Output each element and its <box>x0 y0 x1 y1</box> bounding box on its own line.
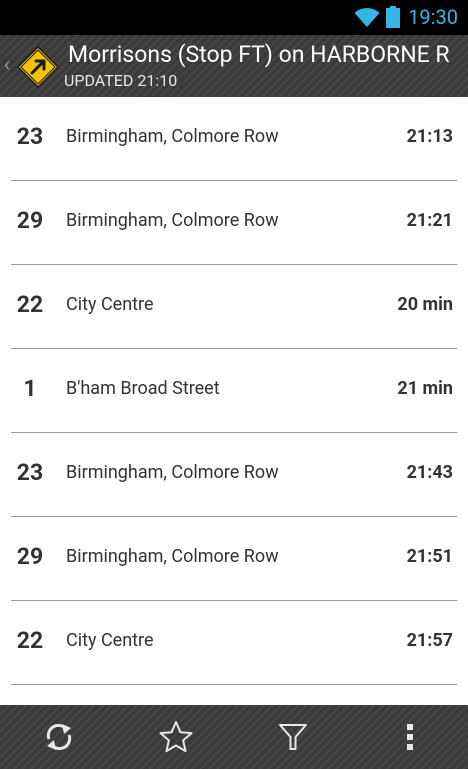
divider <box>11 684 457 685</box>
bottom-action-bar <box>0 705 468 769</box>
back-caret-icon[interactable]: ‹ <box>4 54 10 74</box>
status-clock: 19:30 <box>408 5 458 29</box>
departure-time: 21:57 <box>406 630 453 651</box>
list-item[interactable]: 29 Birmingham, Colmore Row 21:21 <box>0 181 468 265</box>
route-number: 29 <box>16 207 44 234</box>
refresh-button[interactable] <box>0 705 117 769</box>
destination: City Centre <box>66 294 154 315</box>
route-number: 23 <box>16 123 44 150</box>
favourite-button[interactable] <box>117 705 234 769</box>
destination: Birmingham, Colmore Row <box>66 126 279 147</box>
destination: Birmingham, Colmore Row <box>66 546 279 567</box>
overflow-menu-icon <box>406 724 413 750</box>
list-item[interactable]: 29 Birmingham, Colmore Row 21:51 <box>0 517 468 601</box>
filter-icon <box>278 724 307 750</box>
departure-time: 21:21 <box>406 210 453 231</box>
status-bar: 19:30 <box>0 0 468 35</box>
list-item[interactable]: 23 Birmingham, Colmore Row 21:13 <box>0 97 468 181</box>
action-bar: ‹ Morrisons (Stop FT) on HARBORNE R UPDA… <box>0 35 468 97</box>
destination: City Centre <box>66 630 154 651</box>
battery-icon <box>386 6 401 28</box>
route-number: 22 <box>16 291 44 318</box>
route-number: 29 <box>16 543 44 570</box>
destination: Birmingham, Colmore Row <box>66 462 279 483</box>
destination: Birmingham, Colmore Row <box>66 210 279 231</box>
list-item[interactable]: 23 Birmingham, Colmore Row 21:43 <box>0 433 468 517</box>
list-item[interactable]: 22 City Centre 20 min <box>0 265 468 349</box>
route-number: 23 <box>16 459 44 486</box>
destination: B'ham Broad Street <box>66 378 220 399</box>
yellow-diamond-arrow-icon[interactable] <box>17 46 59 88</box>
filter-button[interactable] <box>234 705 351 769</box>
departure-time: 21 min <box>397 378 453 399</box>
overflow-menu-button[interactable] <box>351 705 468 769</box>
departure-time: 21:51 <box>406 546 453 567</box>
departures-list[interactable]: 23 Birmingham, Colmore Row 21:13 29 Birm… <box>0 97 468 705</box>
list-item[interactable]: 1 B'ham Broad Street 21 min <box>0 349 468 433</box>
status-icons: 19:30 <box>354 5 458 29</box>
departure-time: 21:43 <box>406 462 453 483</box>
star-icon <box>159 721 192 753</box>
updated-time: UPDATED 21:10 <box>64 71 178 90</box>
wifi-icon <box>354 7 380 28</box>
route-number: 22 <box>16 627 44 654</box>
departure-time: 20 min <box>397 294 453 315</box>
refresh-icon <box>46 723 71 751</box>
list-item[interactable]: 22 City Centre 21:57 <box>0 601 468 685</box>
route-number: 1 <box>23 375 37 402</box>
departure-time: 21:13 <box>406 126 453 147</box>
page-title: Morrisons (Stop FT) on HARBORNE R <box>68 41 450 68</box>
